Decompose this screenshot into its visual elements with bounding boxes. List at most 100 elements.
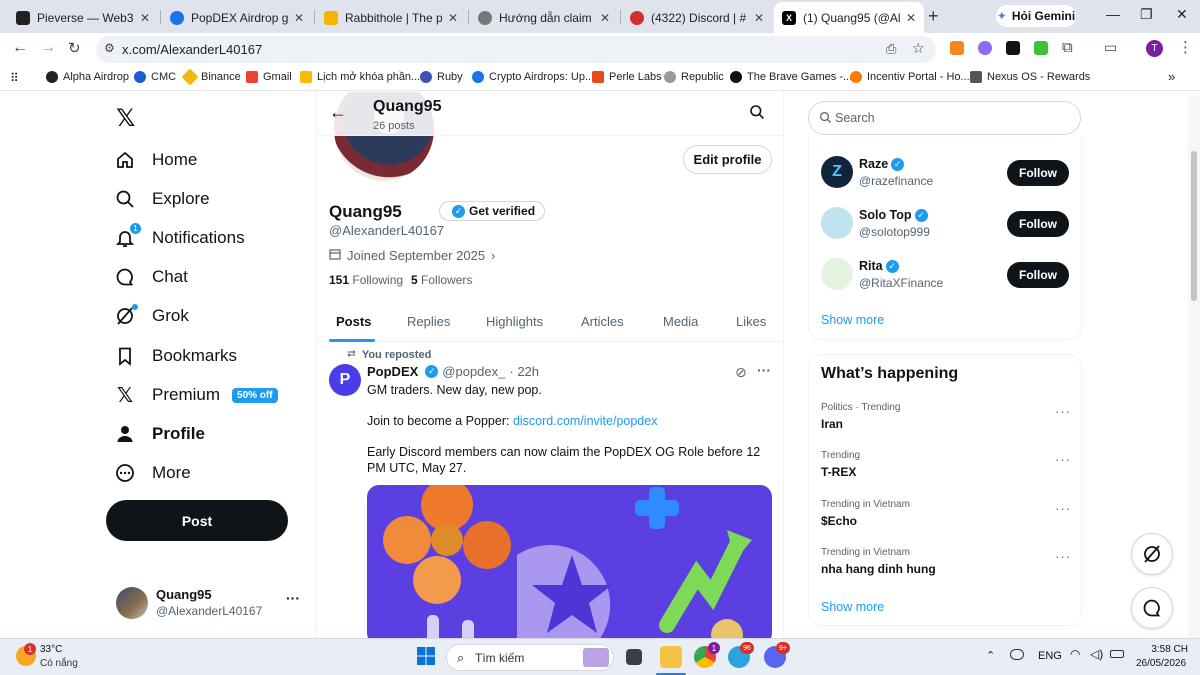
- close-icon[interactable]: ✕: [754, 11, 764, 25]
- bookmark-item[interactable]: Crypto Airdrops: Up...: [472, 71, 594, 83]
- puzzle-extensions-icon[interactable]: ⧉: [1062, 39, 1073, 56]
- nav-grok[interactable]: Grok: [114, 301, 189, 331]
- nav-home[interactable]: Home: [114, 145, 197, 175]
- follow-button[interactable]: Follow: [1007, 262, 1069, 288]
- trend-item[interactable]: Trending in Vietnam $Echo ···: [821, 499, 1071, 528]
- metamask-extension-icon[interactable]: [950, 41, 964, 55]
- nav-notifications[interactable]: 1 Notifications: [114, 222, 245, 253]
- bookmark-item[interactable]: Nexus OS - Rewards: [970, 71, 1090, 83]
- url-text[interactable]: x.com/AlexanderL40167: [122, 42, 262, 57]
- grok-icon[interactable]: ⊘: [735, 364, 747, 381]
- close-icon[interactable]: ✕: [294, 11, 304, 25]
- trend-item[interactable]: Politics · Trending Iran ···: [821, 402, 1071, 431]
- close-icon[interactable]: ✕: [140, 11, 150, 25]
- follow-button[interactable]: Follow: [1007, 160, 1069, 186]
- bookmark-item[interactable]: Binance: [181, 68, 241, 86]
- bookmark-item[interactable]: Alpha Airdrop: [46, 71, 129, 83]
- post-author-handle[interactable]: @popdex_: [442, 364, 505, 379]
- gemini-button[interactable]: ✦ Hỏi Gemini: [996, 5, 1076, 27]
- tab-highlights[interactable]: Highlights: [486, 314, 543, 329]
- scrollbar-thumb[interactable]: [1191, 151, 1197, 301]
- star-icon[interactable]: ☆: [912, 40, 925, 57]
- browser-tab[interactable]: Hướng dẫn claim point ✕: [470, 4, 618, 31]
- window-close-icon[interactable]: ✕: [1176, 6, 1188, 23]
- forward-arrow-icon[interactable]: →: [40, 39, 56, 57]
- cloud-icon[interactable]: [1010, 649, 1024, 660]
- volume-icon[interactable]: ◁): [1090, 647, 1103, 661]
- language-indicator[interactable]: ENG: [1038, 650, 1062, 662]
- x-logo-icon[interactable]: 𝕏: [116, 104, 135, 133]
- trend-item[interactable]: Trending in Vietnam nha hang dinh hung ·…: [821, 547, 1071, 576]
- install-icon[interactable]: ⎙: [886, 41, 896, 57]
- wifi-icon[interactable]: ◠: [1070, 647, 1080, 661]
- show-more-link[interactable]: Show more: [821, 600, 884, 614]
- bookmark-item[interactable]: CMC: [134, 71, 176, 83]
- get-verified-button[interactable]: ✓ Get verified: [439, 201, 546, 221]
- followers-link[interactable]: 5 Followers: [411, 273, 472, 287]
- bookmarks-overflow-button[interactable]: »: [1168, 69, 1175, 84]
- nav-explore[interactable]: Explore: [114, 184, 210, 214]
- new-tab-button[interactable]: +: [928, 6, 939, 27]
- nav-chat[interactable]: Chat: [114, 262, 188, 292]
- weather-desc[interactable]: Có nắng: [40, 658, 78, 669]
- following-link[interactable]: 151 Following: [329, 273, 403, 287]
- grok-floating-button[interactable]: [1131, 533, 1173, 575]
- task-view-icon[interactable]: [626, 649, 642, 665]
- more-dots-icon[interactable]: ···: [1055, 452, 1071, 467]
- reload-icon[interactable]: ↻: [68, 39, 81, 57]
- tab-replies[interactable]: Replies: [407, 314, 450, 329]
- edit-profile-button[interactable]: Edit profile: [683, 145, 772, 174]
- bookmark-item[interactable]: Gmail: [246, 71, 292, 83]
- joined-date[interactable]: Joined September 2025 ›: [329, 248, 495, 263]
- extension-icon[interactable]: [1034, 41, 1048, 55]
- follow-button[interactable]: Follow: [1007, 211, 1069, 237]
- back-arrow-icon[interactable]: ←: [329, 102, 347, 123]
- bookmark-item[interactable]: Republic: [664, 71, 724, 83]
- post[interactable]: ⮂ You reposted P PopDEX ✓ @popdex_ · 22h…: [317, 344, 783, 638]
- weather-temp[interactable]: 33°C: [40, 644, 62, 655]
- show-more-link[interactable]: Show more: [821, 313, 884, 327]
- tab-media[interactable]: Media: [663, 314, 698, 329]
- tab-likes[interactable]: Likes: [736, 314, 766, 329]
- extension-icon[interactable]: [978, 41, 992, 55]
- address-bar[interactable]: ⚙ x.com/AlexanderL40167 ⎙ ☆: [96, 36, 936, 63]
- battery-icon[interactable]: [1110, 650, 1124, 658]
- more-dots-icon[interactable]: ···: [1055, 404, 1071, 419]
- close-icon[interactable]: ✕: [448, 11, 458, 25]
- nav-profile[interactable]: Profile: [114, 419, 205, 449]
- bookmark-item[interactable]: Lịch mở khóa phần...: [300, 71, 420, 83]
- close-icon[interactable]: ✕: [600, 11, 610, 25]
- nav-bookmarks[interactable]: Bookmarks: [114, 341, 237, 371]
- post-author-name[interactable]: PopDEX: [367, 364, 418, 379]
- post-time[interactable]: · 22h: [509, 364, 539, 379]
- site-info-icon[interactable]: ⚙: [104, 41, 115, 55]
- apps-grid-icon[interactable]: ⠿: [10, 71, 19, 85]
- nav-more[interactable]: More: [114, 458, 191, 488]
- page-scrollbar[interactable]: [1188, 96, 1200, 638]
- minimize-icon[interactable]: —: [1106, 6, 1120, 22]
- bookmark-item[interactable]: Perle Labs: [592, 71, 662, 83]
- more-dots-icon[interactable]: ···: [1055, 549, 1071, 564]
- chevron-up-icon[interactable]: ⌃: [986, 649, 995, 662]
- profile-avatar-icon[interactable]: T: [1146, 40, 1163, 57]
- account-switcher[interactable]: Quang95 @AlexanderL40167 ···: [116, 584, 306, 620]
- nav-premium[interactable]: 𝕏 Premium 50% off: [114, 380, 278, 410]
- browser-tab[interactable]: Rabbithole | The platfor ✕: [316, 4, 466, 31]
- close-icon[interactable]: ✕: [906, 11, 916, 25]
- post-button[interactable]: Post: [106, 500, 288, 541]
- search-input[interactable]: Search: [835, 111, 875, 125]
- taskbar-search-input[interactable]: Tìm kiếm: [475, 651, 524, 665]
- browser-tab[interactable]: Pieverse — Web3 AI Ag ✕: [8, 4, 158, 31]
- clock-date[interactable]: 26/05/2026: [1136, 658, 1186, 669]
- bookmark-item[interactable]: The Brave Games -...: [730, 71, 852, 83]
- browser-tab[interactable]: (4322) Discord | # ◆ | e ✕: [622, 4, 772, 31]
- search-icon[interactable]: [749, 104, 765, 125]
- extension-icon[interactable]: [1006, 41, 1020, 55]
- more-dots-icon[interactable]: ···: [286, 590, 300, 606]
- bookmark-item[interactable]: Incentiv Portal - Ho...: [850, 71, 970, 83]
- trend-item[interactable]: Trending T-REX ···: [821, 450, 1071, 479]
- more-dots-icon[interactable]: ···: [1055, 501, 1071, 516]
- bookmark-item[interactable]: Ruby: [420, 71, 463, 83]
- chat-floating-button[interactable]: [1131, 587, 1173, 629]
- windows-start-icon[interactable]: [416, 646, 438, 668]
